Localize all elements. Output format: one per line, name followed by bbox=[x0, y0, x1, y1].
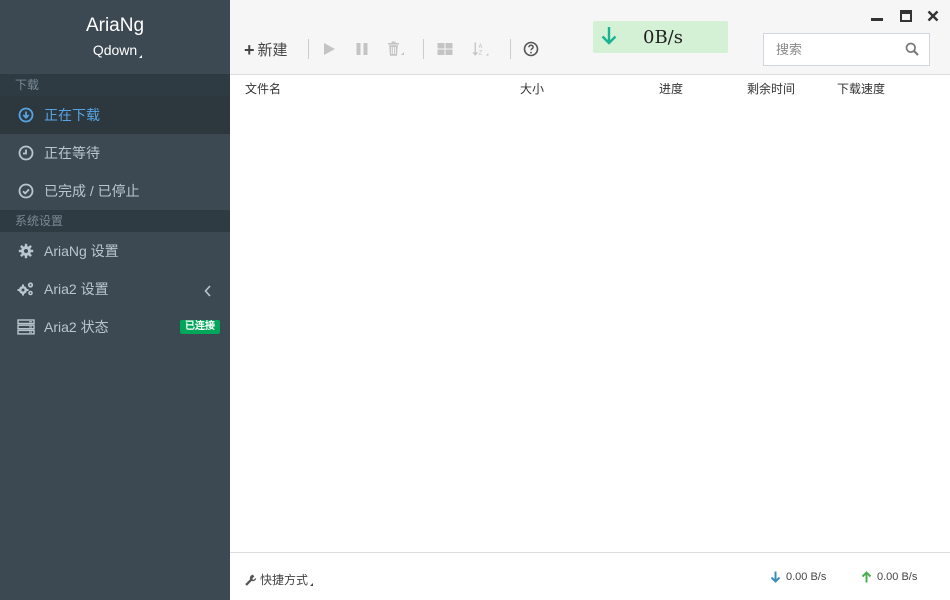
sidebar-item-aria2-settings[interactable]: Aria2 设置 bbox=[0, 270, 230, 308]
sidebar-item-waiting[interactable]: 正在等待 bbox=[0, 134, 230, 172]
instance-selector[interactable]: Qdown bbox=[92, 40, 143, 60]
maximize-icon bbox=[900, 10, 912, 22]
new-task-label: 新建 bbox=[257, 42, 288, 59]
maximize-button[interactable] bbox=[899, 9, 913, 23]
column-header-progress[interactable]: 进度 bbox=[659, 80, 683, 97]
new-task-button[interactable]: + 新建 bbox=[244, 39, 288, 60]
sort-button[interactable]: AZ bbox=[472, 40, 490, 58]
footer-upload-speed: 0.00 B/s bbox=[861, 571, 917, 583]
download-circle-icon bbox=[17, 106, 35, 124]
svg-text:A: A bbox=[479, 44, 483, 50]
task-list bbox=[230, 98, 950, 552]
brand: AriaNg Qdown bbox=[0, 0, 230, 74]
chevron-left-icon bbox=[204, 284, 212, 300]
display-mode-button[interactable] bbox=[436, 40, 454, 58]
sidebar-item-label: 正在等待 bbox=[44, 145, 100, 161]
grid-icon bbox=[437, 43, 453, 55]
arrow-down-icon bbox=[770, 571, 781, 583]
search-icon[interactable] bbox=[905, 42, 919, 59]
sidebar-item-label: Aria2 状态 bbox=[44, 319, 109, 335]
clock-icon bbox=[17, 144, 35, 162]
sidebar-item-aria2-status[interactable]: Aria2 状态 已连接 bbox=[0, 308, 230, 346]
sidebar: AriaNg Qdown 下载 正在下载 正在等待 已完成 / 已停止 系统设置… bbox=[0, 0, 230, 600]
delete-button[interactable] bbox=[387, 40, 405, 58]
sidebar-item-label: AriaNg 设置 bbox=[44, 243, 119, 259]
server-icon bbox=[17, 318, 35, 336]
gear-icon bbox=[17, 242, 35, 260]
sidebar-item-label: Aria2 设置 bbox=[44, 281, 109, 297]
help-button[interactable] bbox=[522, 40, 540, 58]
global-download-speed: 0B/s bbox=[643, 26, 683, 48]
close-icon bbox=[927, 10, 939, 22]
toolbar-divider bbox=[510, 39, 511, 59]
global-speed-indicator[interactable]: 0B/s bbox=[593, 21, 728, 53]
minimize-button[interactable] bbox=[870, 9, 884, 23]
toolbar-divider bbox=[308, 39, 309, 59]
question-circle-icon bbox=[523, 41, 539, 57]
dropdown-caret-icon bbox=[310, 583, 314, 586]
footer: 快捷方式 0.00 B/s 0.00 B/s bbox=[230, 552, 950, 600]
gears-icon bbox=[17, 280, 35, 298]
column-header-remaining[interactable]: 剩余时间 bbox=[747, 80, 795, 97]
instance-name: Qdown bbox=[92, 42, 138, 58]
sidebar-item-downloading[interactable]: 正在下载 bbox=[0, 96, 230, 134]
minimize-icon bbox=[871, 18, 883, 21]
section-header-download: 下载 bbox=[0, 74, 230, 96]
upload-speed-value: 0.00 B/s bbox=[877, 571, 918, 583]
sidebar-item-stopped[interactable]: 已完成 / 已停止 bbox=[0, 172, 230, 210]
sort-alpha-icon: AZ bbox=[472, 42, 489, 57]
play-icon bbox=[324, 43, 335, 55]
column-header-speed[interactable]: 下载速度 bbox=[837, 80, 885, 97]
sidebar-item-ariang-settings[interactable]: AriaNg 设置 bbox=[0, 232, 230, 270]
connection-status-badge: 已连接 bbox=[180, 320, 220, 334]
shortcut-menu[interactable]: 快捷方式 bbox=[245, 571, 314, 588]
arrow-down-icon bbox=[599, 25, 619, 50]
trash-icon bbox=[388, 41, 404, 56]
shortcut-label: 快捷方式 bbox=[260, 573, 309, 587]
dropdown-caret-icon bbox=[139, 55, 143, 58]
toolbar: + 新建 AZ 0B/s bbox=[230, 0, 950, 75]
download-speed-value: 0.00 B/s bbox=[786, 571, 827, 583]
start-button[interactable] bbox=[320, 40, 338, 58]
arrow-up-icon bbox=[861, 571, 872, 583]
plus-icon: + bbox=[244, 39, 255, 60]
search-input[interactable] bbox=[776, 42, 906, 57]
toolbar-divider bbox=[423, 39, 424, 59]
sidebar-item-label: 正在下载 bbox=[44, 107, 100, 123]
svg-text:Z: Z bbox=[479, 51, 483, 57]
task-table-header: 文件名 大小 进度 剩余时间 下载速度 bbox=[230, 76, 950, 98]
pause-icon bbox=[356, 43, 368, 55]
wrench-icon bbox=[245, 574, 257, 586]
column-header-size[interactable]: 大小 bbox=[520, 80, 544, 97]
check-circle-icon bbox=[17, 182, 35, 200]
column-header-filename[interactable]: 文件名 bbox=[245, 80, 281, 97]
close-button[interactable] bbox=[926, 9, 940, 23]
sidebar-item-label: 已完成 / 已停止 bbox=[44, 183, 140, 199]
search-box[interactable] bbox=[763, 33, 930, 66]
pause-button[interactable] bbox=[353, 40, 371, 58]
section-header-settings: 系统设置 bbox=[0, 210, 230, 232]
footer-download-speed: 0.00 B/s bbox=[770, 571, 826, 583]
app-title: AriaNg bbox=[85, 15, 145, 36]
